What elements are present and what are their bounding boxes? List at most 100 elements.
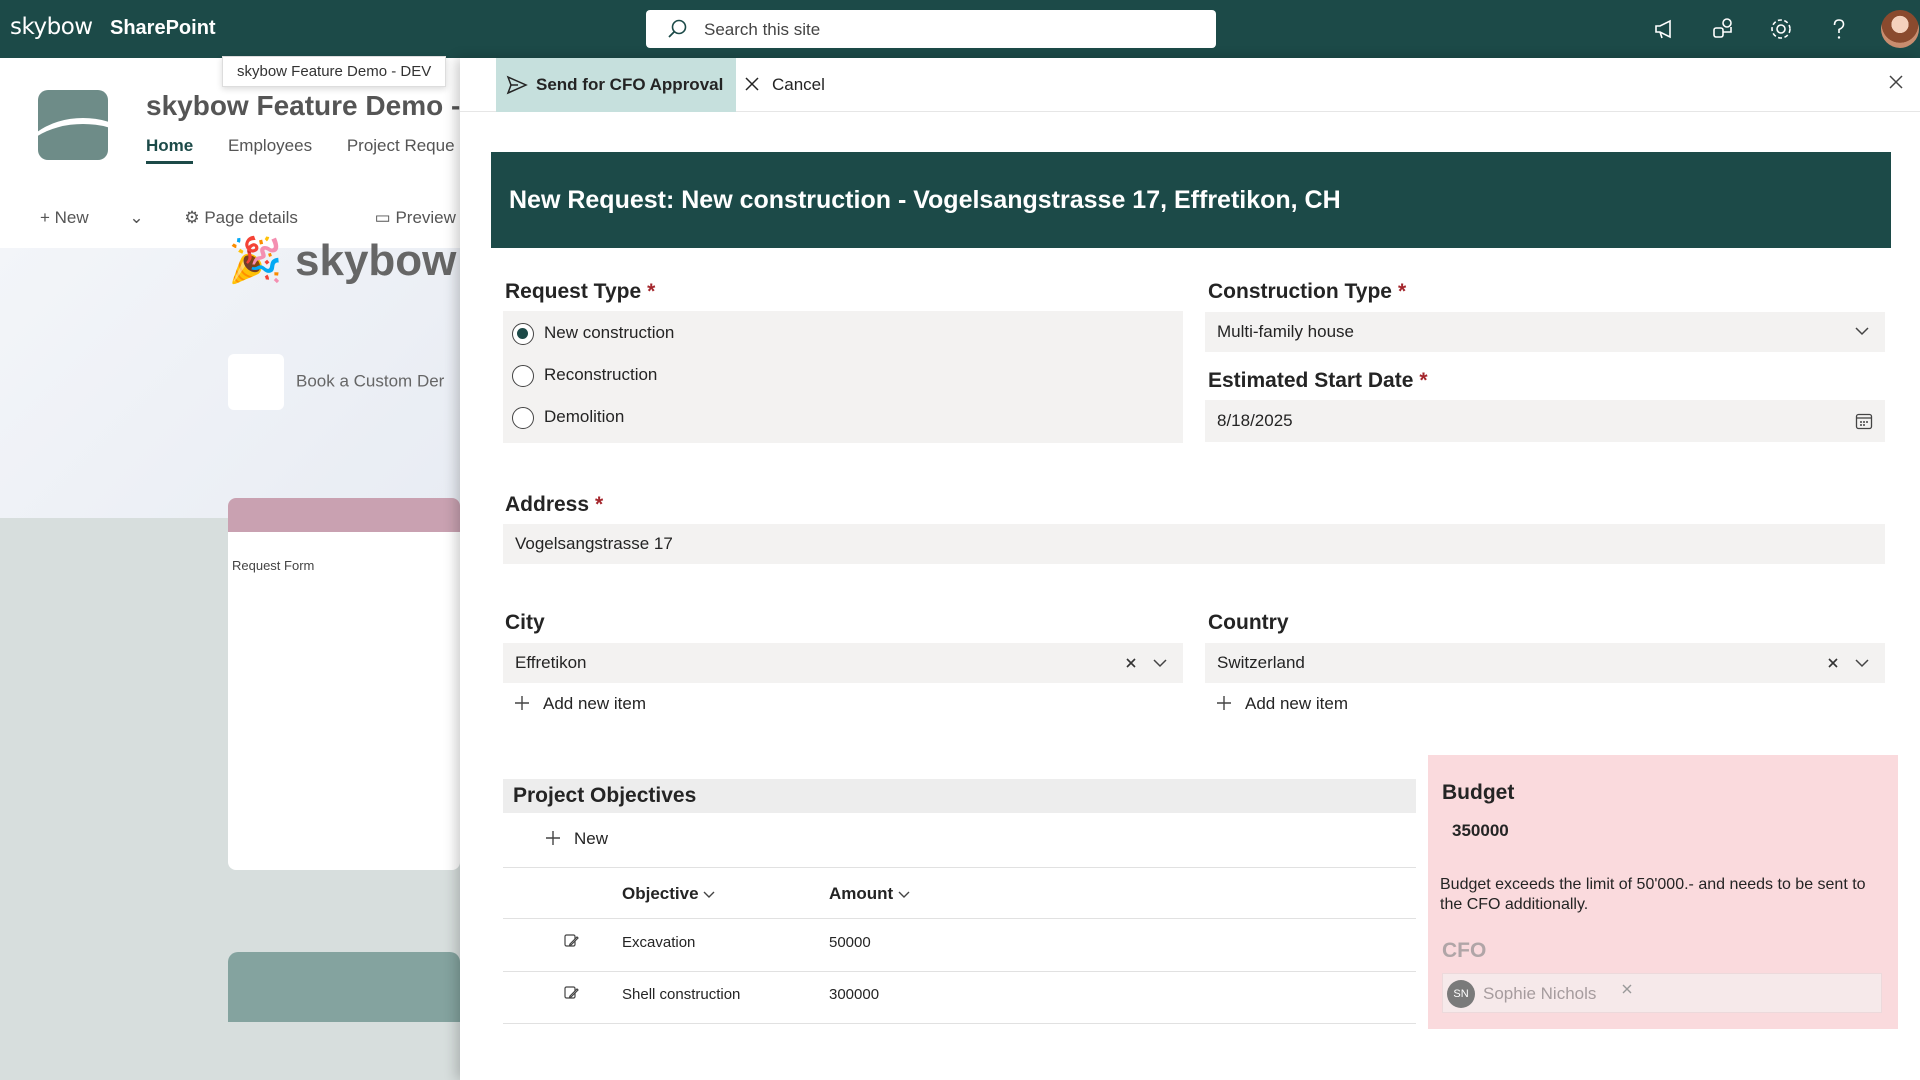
cell-amount: 300000 xyxy=(829,986,880,1003)
construction-type-dropdown[interactable]: Multi-family house xyxy=(1205,312,1885,352)
budget-label: Budget xyxy=(1442,781,1515,804)
panel-toolbar: Send for CFO Approval Cancel xyxy=(460,58,1920,112)
calendar-icon xyxy=(228,354,284,410)
address-label-text: Address xyxy=(505,493,590,516)
close-icon xyxy=(745,77,759,91)
send-for-cfo-approval-button[interactable]: Send for CFO Approval xyxy=(496,58,736,112)
nav-project-requests[interactable]: Project Reque xyxy=(347,136,455,155)
start-date-value: 8/18/2025 xyxy=(1217,411,1293,430)
search-box[interactable]: Search this site xyxy=(646,10,1216,48)
cfo-label: CFO xyxy=(1442,939,1487,962)
objectives-new-button[interactable]: New xyxy=(544,829,608,849)
city-value: Effretikon xyxy=(515,653,587,672)
required-marker: * xyxy=(1397,280,1407,303)
suite-bar: skybow SharePoint Search this site xyxy=(0,0,1920,58)
city-lookup[interactable]: Effretikon xyxy=(503,643,1183,683)
page-details-command[interactable]: ⚙ Page details xyxy=(184,208,334,227)
send-label: Send for CFO Approval xyxy=(536,75,724,94)
remove-icon[interactable] xyxy=(1621,983,1633,995)
page-details-label: Page details xyxy=(204,208,298,227)
clear-icon[interactable] xyxy=(1125,657,1137,669)
country-lookup[interactable]: Switzerland xyxy=(1205,643,1885,683)
plus-icon xyxy=(546,831,560,845)
search-placeholder: Search this site xyxy=(704,20,821,39)
country-add-new-item[interactable]: Add new item xyxy=(1215,694,1348,714)
share-icon[interactable] xyxy=(1709,15,1737,43)
divider xyxy=(503,918,1416,919)
objectives-header: Project Objectives xyxy=(503,779,1416,813)
start-date-picker[interactable]: 8/18/2025 xyxy=(1205,400,1885,442)
preview-label: Preview xyxy=(395,208,456,227)
skybow-logo[interactable]: skybow xyxy=(10,14,93,40)
clear-icon[interactable] xyxy=(1827,657,1839,669)
site-tooltip: skybow Feature Demo - DEV xyxy=(222,56,447,87)
construction-type-label-text: Construction Type xyxy=(1208,280,1392,303)
construction-type-value: Multi-family house xyxy=(1217,322,1354,341)
close-panel-icon[interactable] xyxy=(1888,74,1904,90)
column-header-amount[interactable]: Amount xyxy=(829,884,910,904)
chevron-down-icon xyxy=(898,891,910,898)
chevron-down-icon xyxy=(1855,327,1869,336)
gear-icon[interactable] xyxy=(1767,15,1795,43)
form-header: New Request: New construction - Vogelsan… xyxy=(491,152,1891,248)
radio-label: Reconstruction xyxy=(544,365,658,384)
chevron-down-icon[interactable] xyxy=(1855,658,1869,668)
radio-reconstruction[interactable]: Reconstruction xyxy=(512,365,658,387)
nav-employees[interactable]: Employees xyxy=(228,136,312,155)
search-icon xyxy=(668,19,687,38)
megaphone-icon[interactable] xyxy=(1651,15,1679,43)
request-panel: Send for CFO Approval Cancel New Request… xyxy=(460,58,1920,1080)
cell-objective: Shell construction xyxy=(622,986,741,1003)
site-title[interactable]: skybow Feature Demo - xyxy=(146,90,460,122)
book-button[interactable]: Book a Custom Der xyxy=(228,354,444,410)
cell-amount: 50000 xyxy=(829,934,871,951)
construction-type-label: Construction Type * xyxy=(1208,280,1406,304)
city-add-new-item[interactable]: Add new item xyxy=(513,694,646,714)
radio-circle xyxy=(512,365,534,387)
radio-label: New construction xyxy=(544,323,675,342)
required-marker: * xyxy=(647,280,656,303)
divider xyxy=(503,971,1416,972)
country-label: Country xyxy=(1208,611,1289,634)
column-header-label: Amount xyxy=(829,884,894,903)
address-input[interactable]: Vogelsangstrasse 17 xyxy=(503,524,1885,564)
site-card-2[interactable] xyxy=(228,952,460,1022)
send-icon xyxy=(506,75,528,95)
command-bar: + New ⌄ ⚙ Page details ▭ Preview xyxy=(40,208,528,228)
budget-value[interactable]: 350000 xyxy=(1452,821,1509,841)
required-marker: * xyxy=(1419,369,1428,392)
budget-panel: Budget 350000 Budget exceeds the limit o… xyxy=(1428,755,1898,1029)
plus-icon xyxy=(1217,696,1231,710)
cfo-name: Sophie Nichols xyxy=(1483,984,1597,1003)
site-logo[interactable] xyxy=(38,90,108,160)
form-title: New Request: New construction - Vogelsan… xyxy=(509,186,1341,214)
radio-label: Demolition xyxy=(544,407,625,426)
objectives-title: Project Objectives xyxy=(513,784,697,807)
budget-warning: Budget exceeds the limit of 50'000.- and… xyxy=(1440,876,1866,913)
column-header-objective[interactable]: Objective xyxy=(622,884,715,904)
app-name[interactable]: SharePoint xyxy=(110,17,216,40)
start-date-label-text: Estimated Start Date xyxy=(1208,369,1414,392)
chevron-down-icon[interactable] xyxy=(1153,658,1167,668)
help-icon[interactable] xyxy=(1825,15,1853,43)
divider xyxy=(503,867,1416,868)
request-form-card[interactable]: Request Form xyxy=(228,498,460,870)
radio-demolition[interactable]: Demolition xyxy=(512,407,625,429)
cancel-button[interactable]: Cancel xyxy=(744,75,825,95)
new-command[interactable]: + New ⌄ xyxy=(40,208,144,227)
address-label: Address * xyxy=(505,493,603,517)
cfo-avatar: SN xyxy=(1447,980,1475,1008)
country-value: Switzerland xyxy=(1217,653,1305,672)
nav-home[interactable]: Home xyxy=(146,136,194,164)
address-value: Vogelsangstrasse 17 xyxy=(515,534,673,553)
divider xyxy=(503,1023,1416,1024)
calendar-icon[interactable] xyxy=(1855,412,1873,430)
radio-new-construction[interactable]: New construction xyxy=(512,323,675,345)
cfo-people-picker[interactable]: SN Sophie Nichols xyxy=(1442,973,1882,1013)
required-marker: * xyxy=(595,493,604,516)
edit-icon[interactable] xyxy=(563,933,579,949)
request-type-group: New construction Reconstruction Demoliti… xyxy=(503,311,1183,443)
avatar[interactable] xyxy=(1881,10,1919,48)
add-new-label: Add new item xyxy=(543,694,646,713)
edit-icon[interactable] xyxy=(563,985,579,1001)
